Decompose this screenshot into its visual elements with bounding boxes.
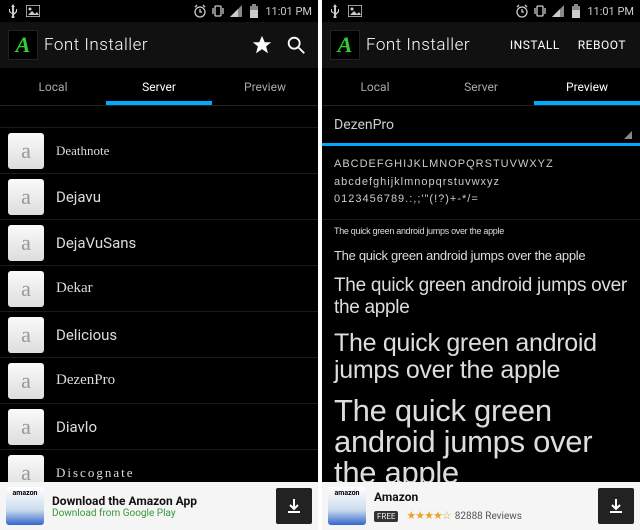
tabs: Local Server Preview [322, 68, 640, 106]
amazon-app-icon [6, 487, 44, 525]
font-thumb-icon: a [8, 455, 44, 483]
font-thumb-icon: a [8, 133, 44, 169]
review-count: 82888 Reviews [455, 511, 522, 522]
search-icon[interactable] [282, 31, 310, 59]
sample-text: The quick green android jumps over the a… [322, 324, 640, 389]
font-name: Deathnote [56, 143, 109, 159]
sample-text: The quick green android jumps over the a… [322, 242, 640, 269]
list-item[interactable]: a Deathnote [0, 128, 318, 174]
install-button[interactable]: INSTALL [504, 34, 566, 56]
sample-text: The quick green android jumps over the a… [322, 220, 640, 242]
font-name: DejaVuSans [56, 234, 136, 252]
list-item[interactable]: a Diavlo [0, 404, 318, 450]
ad-title: Amazon [374, 490, 590, 504]
signal-icon [229, 4, 243, 18]
font-name: DezenPro [56, 372, 115, 389]
screen-right: 11:01 PM A Font Installer INSTALL REBOOT… [322, 0, 640, 530]
free-badge: FREE [374, 511, 398, 522]
list-item[interactable]: a Delicious [0, 312, 318, 358]
font-name: Discognate [56, 465, 134, 481]
download-button[interactable] [276, 488, 312, 524]
ad-banner[interactable]: Download the Amazon App Download from Go… [0, 482, 318, 530]
font-thumb-icon: a [8, 317, 44, 353]
usb-icon [6, 4, 20, 18]
vibrate-icon [533, 4, 547, 18]
ad-banner[interactable]: Amazon FREE ★★★★☆ 82888 Reviews [322, 482, 640, 530]
selected-font: DezenPro [334, 117, 394, 133]
download-button[interactable] [598, 488, 634, 524]
preview-content: DezenPro ABCDEFGHIJKLMNOPQRSTUVWXYZ abcd… [322, 106, 640, 482]
battery-icon [247, 4, 261, 18]
list-item[interactable]: a Dekar [0, 266, 318, 312]
star-icon[interactable] [248, 31, 276, 59]
list-item[interactable]: a DezenPro [0, 358, 318, 404]
tabs: Local Server Preview [0, 68, 318, 106]
alphabet-preview: ABCDEFGHIJKLMNOPQRSTUVWXYZ abcdefghijklm… [322, 146, 640, 220]
alarm-icon [193, 4, 207, 18]
screen-left: 11:01 PM A Font Installer Local Server P… [0, 0, 318, 530]
status-bar: 11:01 PM [0, 0, 318, 22]
alphabet-lower: abcdefghijklmnopqrstuvwxyz [334, 174, 628, 192]
battery-icon [569, 4, 583, 18]
sample-text: The quick green android jumps over the a… [322, 269, 640, 325]
app-bar: A Font Installer INSTALL REBOOT [322, 22, 640, 68]
list-item[interactable]: a DejaVuSans [0, 220, 318, 266]
app-title: Font Installer [44, 35, 242, 55]
app-logo: A [8, 30, 38, 60]
font-thumb-icon: a [8, 271, 44, 307]
tab-preview[interactable]: Preview [534, 68, 640, 105]
list-item[interactable]: a Dejavu [0, 174, 318, 220]
font-name: Dekar [56, 280, 93, 297]
signal-icon [551, 4, 565, 18]
usb-icon [328, 4, 342, 18]
dropdown-icon [624, 131, 632, 139]
alphabet-nums: 0123456789.:,;'"(!?)+-*/= [334, 191, 628, 209]
font-selector[interactable]: DezenPro [322, 106, 640, 146]
alarm-icon [515, 4, 529, 18]
amazon-app-icon [328, 487, 366, 525]
sample-text: The quick green android jumps over the a… [322, 389, 640, 482]
app-bar: A Font Installer [0, 22, 318, 68]
status-bar: 11:01 PM [322, 0, 640, 22]
picture-icon [348, 4, 362, 18]
font-thumb-icon: a [8, 179, 44, 215]
ad-title: Download the Amazon App [52, 494, 268, 508]
tab-local[interactable]: Local [0, 68, 106, 105]
status-time: 11:01 PM [265, 5, 312, 18]
font-thumb-icon: a [8, 225, 44, 261]
font-name: Delicious [56, 326, 117, 344]
font-thumb-icon: a [8, 409, 44, 445]
ad-subtitle: Download from Google Play [52, 508, 268, 519]
tab-server[interactable]: Server [106, 68, 212, 105]
vibrate-icon [211, 4, 225, 18]
picture-icon [26, 4, 40, 18]
alphabet-upper: ABCDEFGHIJKLMNOPQRSTUVWXYZ [334, 156, 628, 174]
tab-preview[interactable]: Preview [212, 68, 318, 105]
status-time: 11:01 PM [587, 5, 634, 18]
tab-server[interactable]: Server [428, 68, 534, 105]
list-item[interactable] [0, 106, 318, 128]
app-title: Font Installer [366, 35, 498, 55]
font-name: Diavlo [56, 418, 97, 436]
star-rating: ★★★★☆ [406, 509, 450, 522]
font-thumb-icon: a [8, 363, 44, 399]
tab-local[interactable]: Local [322, 68, 428, 105]
list-item[interactable]: a Discognate [0, 450, 318, 482]
font-list[interactable]: aDeathnote aDejavu aDejaVuSans aDekar aD… [0, 106, 318, 482]
font-name: Dejavu [56, 188, 101, 206]
reboot-button[interactable]: REBOOT [572, 34, 632, 56]
app-logo: A [330, 30, 360, 60]
